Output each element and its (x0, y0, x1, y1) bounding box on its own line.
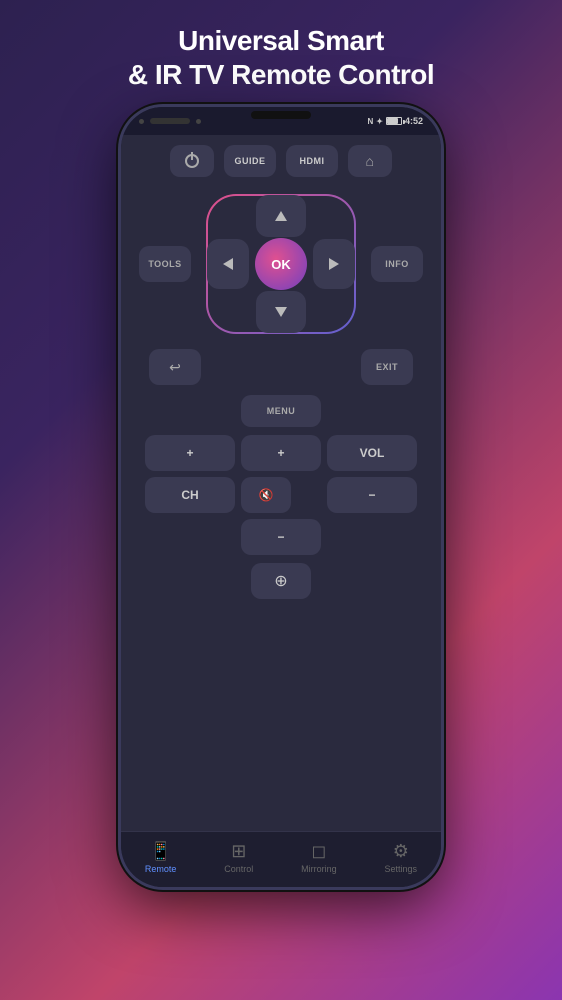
mute-button[interactable]: 🔇 (241, 477, 291, 513)
phone-frame: N ✦ 4:52 GUIDE HDMI ⌂ TOOLS (121, 107, 441, 887)
vol-minus-button[interactable]: − (327, 477, 417, 513)
nav-remote-label: Remote (145, 864, 177, 874)
mirroring-icon: ◻ (311, 841, 326, 862)
notch (139, 118, 201, 124)
nav-control[interactable]: ⊞ Control (214, 837, 263, 878)
input-source-button[interactable]: ⊕ (251, 563, 311, 599)
dpad-ok-button[interactable]: OK (255, 238, 307, 290)
mute-icon: 🔇 (259, 488, 274, 502)
back-exit-row: ↩ EXIT (135, 349, 427, 385)
guide-button[interactable]: GUIDE (224, 145, 276, 177)
vol-plus-button[interactable]: + (145, 435, 235, 471)
dpad-down-button[interactable] (256, 291, 306, 333)
control-icon: ⊞ (231, 841, 246, 862)
bluetooth-icon: ✦ (376, 117, 383, 126)
arrow-down-icon (275, 307, 287, 317)
power-icon (185, 154, 199, 168)
dpad-section: TOOLS OK INFO (135, 189, 427, 339)
dpad-left-button[interactable] (207, 239, 249, 289)
exit-button[interactable]: EXIT (361, 349, 413, 385)
nav-mirroring[interactable]: ◻ Mirroring (291, 837, 347, 878)
speaker-grill (150, 118, 190, 124)
battery-fill (387, 118, 398, 124)
nav-settings[interactable]: ⚙ Settings (375, 837, 428, 878)
ch-label: CH (145, 477, 235, 513)
ch-minus-button[interactable]: − (241, 519, 321, 555)
status-bar: N ✦ 4:52 (121, 107, 441, 135)
input-icon: ⊕ (274, 571, 287, 591)
vol-ch-section: + + VOL 🔇 CH − − (135, 435, 427, 555)
home-button[interactable]: ⌂ (348, 145, 392, 177)
nav-settings-label: Settings (385, 864, 418, 874)
menu-button[interactable]: MENU (241, 395, 321, 427)
arrow-left-icon (223, 258, 233, 270)
dpad-right-button[interactable] (313, 239, 355, 289)
arrow-right-icon (329, 258, 339, 270)
app-title: Universal Smart & IR TV Remote Control (108, 0, 454, 107)
nav-mirroring-label: Mirroring (301, 864, 337, 874)
hdmi-button[interactable]: HDMI (286, 145, 338, 177)
vol-label: VOL (327, 435, 417, 471)
ch-plus-button[interactable]: + (241, 435, 321, 471)
bottom-nav: 📱 Remote ⊞ Control ◻ Mirroring ⚙ Setting… (121, 831, 441, 887)
menu-row: MENU (135, 395, 427, 427)
camera-dot (139, 119, 144, 124)
nfc-icon: N (368, 117, 374, 126)
dpad-up-button[interactable] (256, 195, 306, 237)
battery-icon (386, 117, 402, 125)
nav-control-label: Control (224, 864, 253, 874)
dpad-container: OK (201, 189, 361, 339)
tools-button[interactable]: TOOLS (139, 246, 191, 282)
back-icon: ↩ (169, 359, 181, 376)
home-icon: ⌂ (366, 153, 375, 169)
back-button[interactable]: ↩ (149, 349, 201, 385)
power-button[interactable] (170, 145, 214, 177)
status-right: N ✦ 4:52 (368, 116, 424, 126)
input-row: ⊕ (135, 563, 427, 599)
nav-remote[interactable]: 📱 Remote (135, 837, 187, 878)
remote-icon: 📱 (149, 841, 171, 862)
camera-dot-2 (196, 119, 201, 124)
time-display: 4:52 (405, 116, 423, 126)
arrow-up-icon (275, 211, 287, 221)
top-button-row: GUIDE HDMI ⌂ (135, 145, 427, 177)
settings-icon: ⚙ (393, 841, 409, 862)
info-button[interactable]: INFO (371, 246, 423, 282)
phone-screen: GUIDE HDMI ⌂ TOOLS OK (121, 135, 441, 831)
